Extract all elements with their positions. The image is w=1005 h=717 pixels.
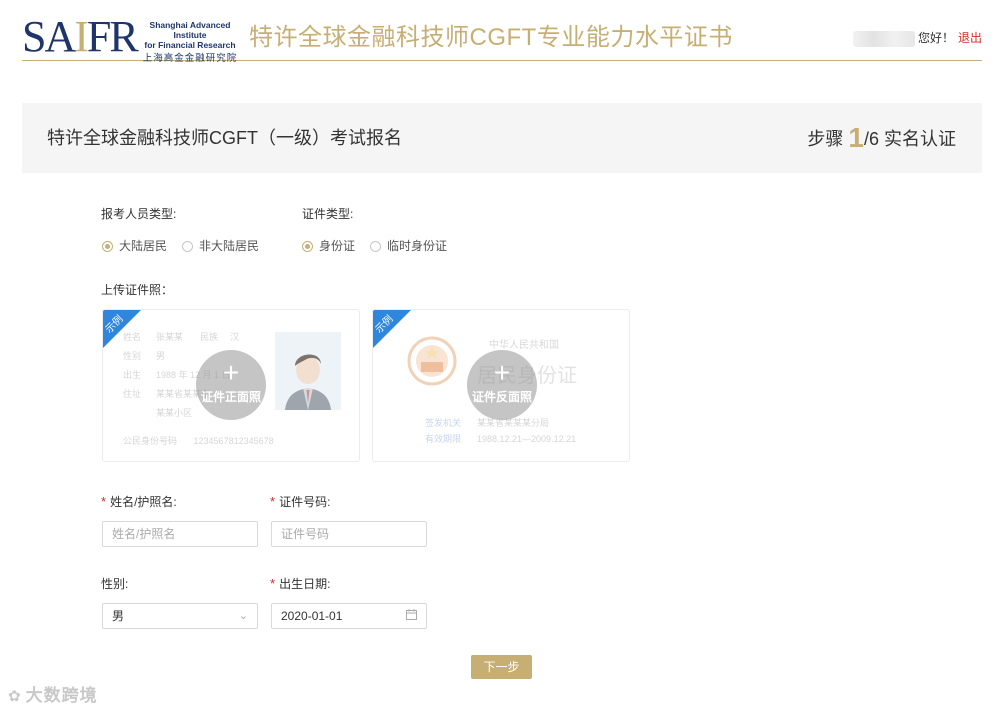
portrait-icon [275, 332, 341, 410]
front-id-label: 公民身份号码 [123, 436, 178, 446]
step-name: 实名认证 [884, 129, 956, 149]
birth-date-label-text: 出生日期: [279, 577, 331, 591]
birth-date-input[interactable]: 2020-01-01 [271, 603, 427, 629]
upload-front-card[interactable]: 示例 姓名 张某某 民族汉性别男出生 1988 年 12 月 1 日住址 某某省某某市某… [102, 309, 360, 462]
sample-row-value: 男 [156, 351, 166, 361]
id-type-label: 证件类型: [302, 207, 354, 221]
upload-back-button[interactable]: + 证件反面照 [467, 350, 537, 420]
sample-row-value: 张某某 [156, 332, 184, 342]
birth-date-value: 2020-01-01 [281, 609, 343, 623]
sample-row-key: 有效期限 [425, 434, 462, 444]
name-input[interactable]: 姓名/护照名 [102, 521, 258, 547]
plus-icon: + [493, 357, 511, 388]
user-area: 您好！ 退出 [852, 30, 982, 47]
gender-select[interactable]: 男 ⌄ [102, 603, 258, 629]
front-sample-row: 性别 男 [123, 351, 200, 362]
logo-name-cn: 上海高金金融研究院 [142, 53, 238, 64]
front-sample-row: 某某小区 [123, 408, 200, 419]
sample-row-key: 出生 [123, 370, 142, 380]
sample-row-key: 姓名 [123, 332, 142, 342]
front-id-number: 123456781234567​8 [193, 436, 274, 446]
upload-front-button[interactable]: + 证件正面照 [196, 350, 266, 420]
radio-label: 临时身份证 [387, 239, 448, 253]
front-sample-row: 姓名 张某某 民族 汉 [123, 332, 239, 343]
logo-text: Shanghai Advanced Institute for Financia… [138, 20, 242, 65]
radio-id-card[interactable]: 身份证 [302, 238, 355, 254]
calendar-icon[interactable] [406, 604, 417, 628]
step-current: 1 [848, 122, 864, 153]
radio-dot [370, 241, 381, 252]
logo-mark: SAIFR [22, 12, 139, 61]
required-mark: * [101, 494, 107, 509]
radio-dot-checked [302, 241, 313, 252]
back-sample-row: 签发机关 某某省某某某分局 [425, 418, 549, 429]
sample-row-value: 某某小区 [156, 408, 193, 418]
watermark: ✿ 大数跨境 [8, 685, 98, 708]
id-number-label: * 证件号码: [270, 494, 330, 510]
user-name-blurred [852, 30, 915, 47]
chevron-down-icon: ⌄ [238, 610, 248, 622]
upload-back-card[interactable]: 示例 中华人民共和国 居民身份证 签发机关某某省某某某分局有效期限1988.12… [372, 309, 630, 462]
upload-label: 上传证件照： [101, 283, 174, 297]
sample-row-key: 性别 [123, 351, 142, 361]
sample-row-value: 某某省某某某分局 [477, 418, 550, 428]
name-label: * 姓名/护照名: [101, 494, 177, 510]
national-emblem-icon [407, 336, 457, 386]
sample-row-key: 民族 [200, 332, 219, 342]
back-sample-row: 有效期限 1988.12.21—2009.12.21 [425, 434, 576, 445]
sample-row-value: 汉 [230, 332, 240, 342]
radio-dot [182, 241, 193, 252]
site-title: 特许全球金融科技师CGFT专业能力水平证书 [249, 24, 733, 51]
plus-icon: + [222, 357, 240, 388]
front-id-row: 公民身份号码 123456781234567​8 [123, 436, 274, 447]
logo-name-en-2: for Financial Research [144, 40, 236, 50]
page-title: 特许全球金融科技师CGFT（一级）考试报名 [47, 128, 402, 148]
saifr-logo[interactable]: SAIFR Shanghai Advanced Institute for Fi… [22, 12, 267, 65]
id-number-input[interactable]: 证件号码 [271, 521, 427, 547]
name-label-text: 姓名/护照名: [110, 495, 177, 509]
required-mark: * [270, 494, 276, 509]
radio-label: 身份证 [319, 239, 356, 253]
radio-label: 大陆居民 [119, 239, 168, 253]
upload-back-label: 证件反面照 [471, 390, 532, 404]
greeting: 您好！ [917, 31, 954, 45]
required-mark: * [270, 576, 276, 591]
radio-non-mainland-resident[interactable]: 非大陆居民 [182, 238, 259, 254]
radio-dot-checked [102, 241, 113, 252]
front-sample-row: 出生 1988 年 12 月 1 日 [123, 370, 231, 381]
sample-row-value: 1988 年 12 月 1 日 [156, 370, 231, 380]
gender-value: 男 [112, 609, 125, 623]
birth-date-label: * 出生日期: [270, 576, 330, 592]
next-step-button[interactable]: 下一步 [471, 655, 532, 679]
sample-row-key: 住址 [123, 389, 142, 399]
sample-row-key: 签发机关 [425, 418, 462, 428]
watermark-text: 大数跨境 [25, 686, 98, 705]
watermark-logo-icon: ✿ [8, 688, 22, 705]
radio-mainland-resident[interactable]: 大陆居民 [102, 238, 167, 254]
step-total: /6 [863, 129, 879, 149]
radio-temp-id-card[interactable]: 临时身份证 [370, 238, 447, 254]
sample-row-value: 1988.12.21—2009.12.21 [477, 434, 577, 444]
radio-label: 非大陆居民 [199, 239, 260, 253]
title-band: 特许全球金融科技师CGFT（一级）考试报名 步骤 1/6 实名认证 [22, 103, 982, 173]
upload-front-label: 证件正面照 [200, 390, 261, 404]
logout-link[interactable]: 退出 [958, 31, 982, 45]
step-label: 步骤 [807, 129, 844, 149]
site-header: SAIFR Shanghai Advanced Institute for Fi… [22, 0, 982, 65]
applicant-type-label: 报考人员类型: [101, 207, 177, 221]
gender-label: 性别: [101, 577, 129, 591]
step-indicator: 步骤 1/6 实名认证 [807, 123, 956, 154]
logo-name-en-1: Shanghai Advanced Institute [149, 20, 231, 40]
id-number-label-text: 证件号码: [279, 495, 331, 509]
